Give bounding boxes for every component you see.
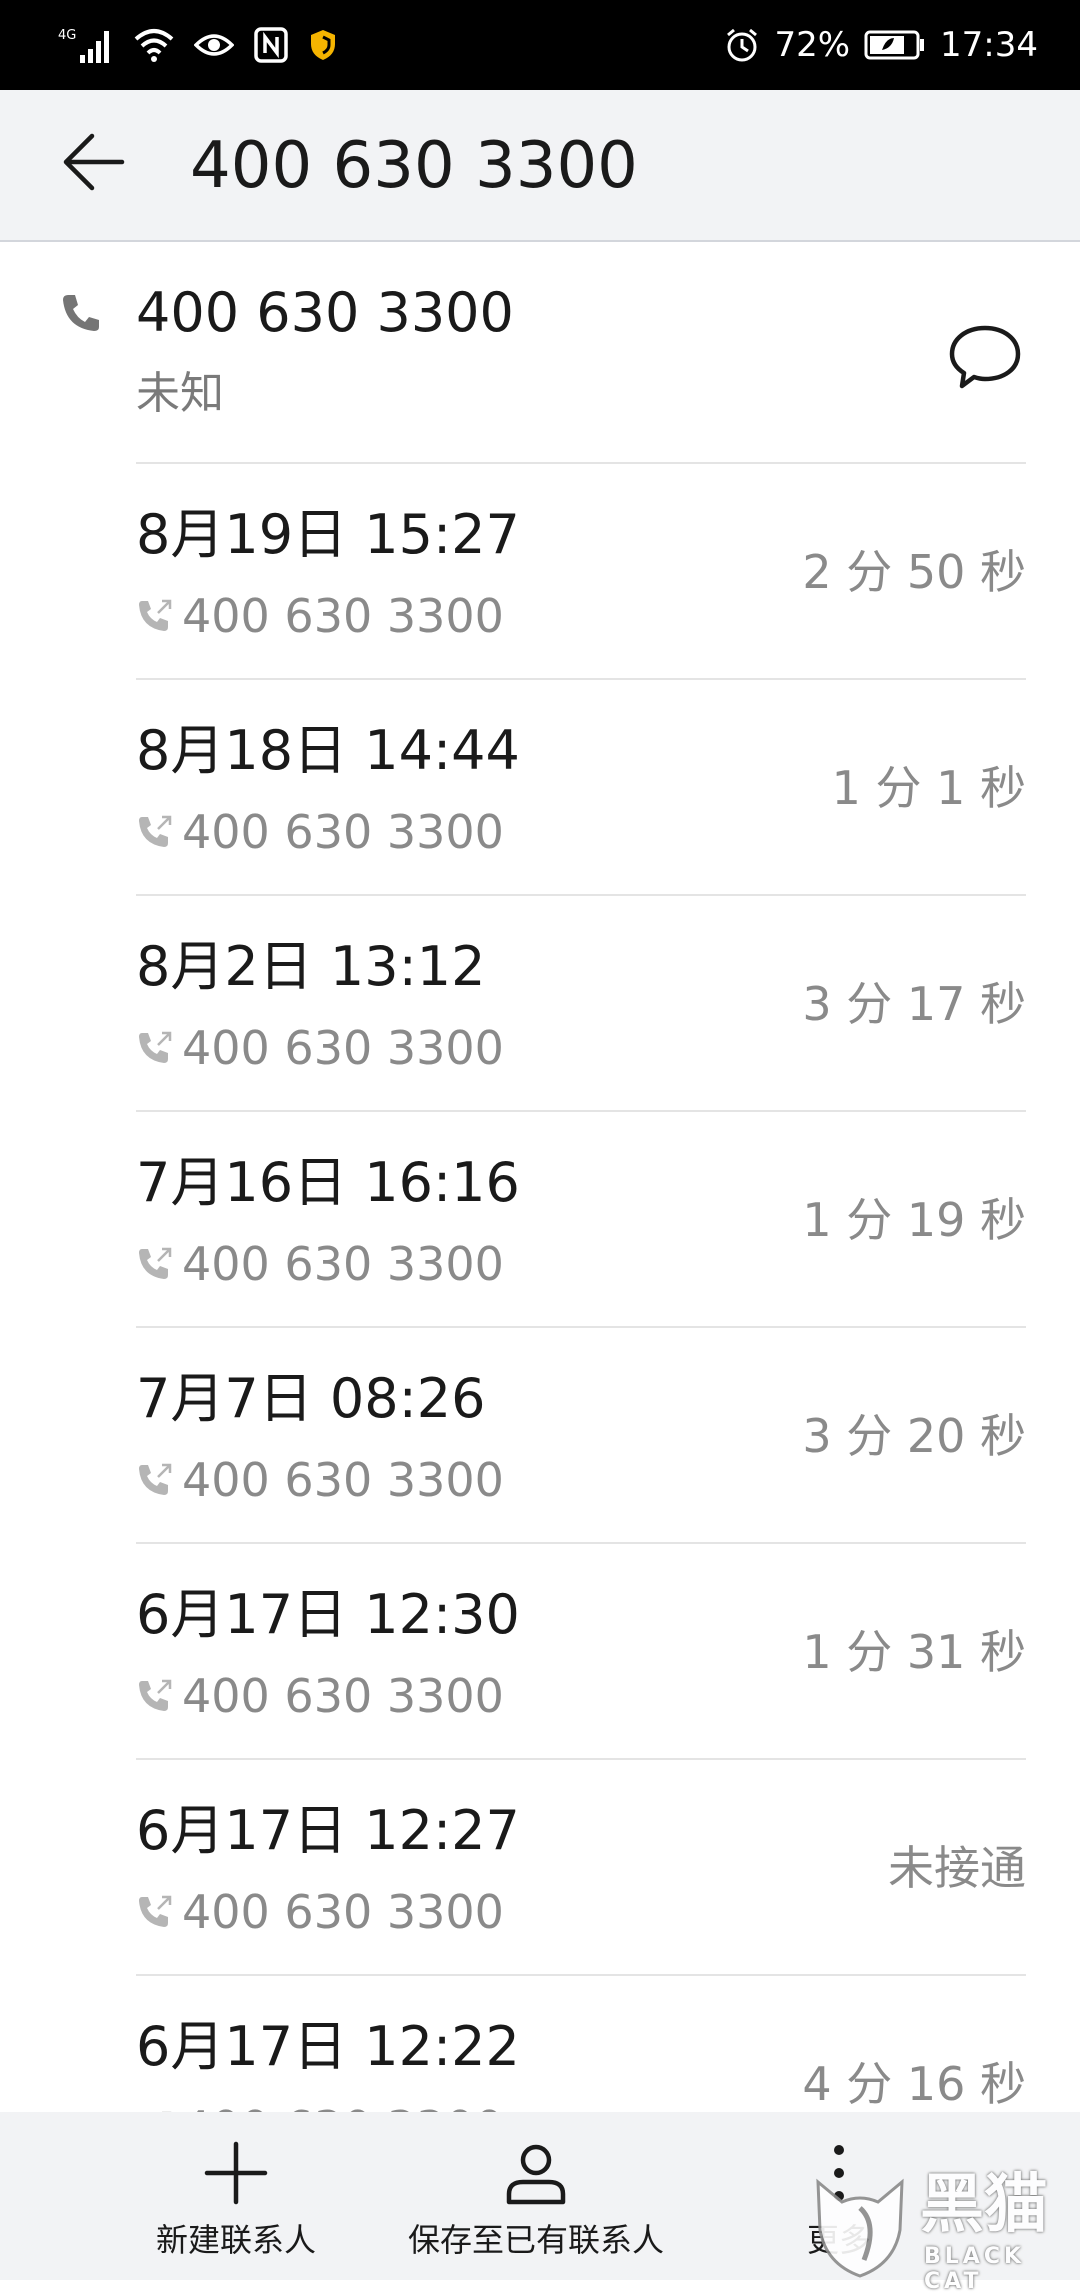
plus-icon [204,2141,268,2205]
outgoing-call-icon [139,815,172,847]
call-date: 7月7日 08:26 [136,1367,486,1430]
contact-number[interactable]: 400 630 3300 [136,278,514,348]
back-arrow-icon [63,133,125,191]
call-sub-line: 400 630 3300 [136,588,504,644]
signal-icon: 4G [58,28,109,63]
call-date: 8月2日 13:12 [136,935,486,998]
call-duration: 1 分 19 秒 [802,1193,1026,1247]
status-time: 17:34 [940,25,1038,65]
watermark-en-text: BLACK CAT [924,2244,1026,2294]
save-to-existing-contact-button[interactable]: 保存至已有联系人 [408,2140,664,2260]
call-log-row[interactable]: 8月2日 13:12 400 630 3300 3 分 17 秒 [136,894,1026,1110]
status-right-icons: 72% 17:34 [724,20,1038,70]
new-contact-label: 新建联系人 [156,2221,317,2259]
wifi-icon [134,29,174,62]
call-log-list: 8月19日 15:27 400 630 3300 2 分 50 秒 8月18日 … [0,462,1080,2190]
contact-header: 400 630 3300 未知 [0,242,1080,462]
network-type-label: 4G [58,28,76,43]
call-log-row[interactable]: 8月18日 14:44 400 630 3300 1 分 1 秒 [136,678,1026,894]
call-duration: 2 分 50 秒 [802,545,1026,599]
call-date: 6月17日 12:22 [136,2015,520,2078]
call-sub-line: 400 630 3300 [136,1668,504,1724]
outgoing-call-icon [139,1031,172,1063]
back-button[interactable] [58,126,130,198]
alarm-icon [727,28,758,62]
security-shield-icon [311,30,335,60]
new-contact-button[interactable]: 新建联系人 [156,2140,316,2260]
message-button[interactable] [948,320,1022,394]
call-sub-line: 400 630 3300 [136,1884,504,1940]
call-number: 400 630 3300 [182,1021,504,1075]
contact-location-label: 未知 [136,368,224,419]
call-log-row[interactable]: 6月17日 12:27 400 630 3300 未接通 [136,1758,1026,1974]
page-title: 400 630 3300 [190,129,638,203]
call-sub-line: 400 630 3300 [136,1236,504,1292]
call-duration: 3 分 20 秒 [802,1409,1026,1463]
call-date: 8月19日 15:27 [136,503,520,566]
outgoing-call-icon [139,1247,172,1279]
call-number: 400 630 3300 [182,1237,504,1291]
outgoing-call-icon [139,1895,172,1927]
message-bubble-icon [949,325,1021,389]
outgoing-call-icon [139,1679,172,1711]
call-sub-line: 400 630 3300 [136,1452,504,1508]
battery-icon [864,30,925,60]
call-duration: 未接通 [888,1841,1026,1895]
outgoing-call-icon [139,1463,172,1495]
call-number: 400 630 3300 [182,1885,504,1939]
call-duration: 4 分 16 秒 [802,2057,1026,2111]
save-to-existing-contact-label: 保存至已有联系人 [408,2221,665,2259]
call-duration: 3 分 17 秒 [802,977,1026,1031]
eye-comfort-icon [194,34,234,56]
call-date: 7月16日 16:16 [136,1151,520,1214]
outgoing-call-icon [139,599,172,631]
call-sub-line: 400 630 3300 [136,804,504,860]
call-log-row[interactable]: 8月19日 15:27 400 630 3300 2 分 50 秒 [136,462,1026,678]
call-date: 6月17日 12:30 [136,1583,520,1646]
call-duration: 1 分 1 秒 [831,761,1026,815]
person-icon [506,2144,566,2205]
call-date: 6月17日 12:27 [136,1799,520,1862]
black-cat-watermark: 黑猫 BLACK CAT [808,2168,1080,2294]
call-log-row[interactable]: 7月16日 16:16 400 630 3300 1 分 19 秒 [136,1110,1026,1326]
cat-logo-icon [816,2178,904,2278]
status-bar: 4G 72% 17:34 [0,0,1080,90]
call-date: 8月18日 14:44 [136,719,520,782]
call-log-row[interactable]: 6月17日 12:30 400 630 3300 1 分 31 秒 [136,1542,1026,1758]
phone-icon [63,295,99,331]
status-left-icons: 4G [58,20,338,70]
call-sub-line: 400 630 3300 [136,1020,504,1076]
call-duration: 1 分 31 秒 [802,1625,1026,1679]
nfc-icon [254,27,288,63]
watermark-cn-text: 黑猫 [920,2168,1048,2242]
battery-percentage: 72% [774,25,851,65]
call-number: 400 630 3300 [182,1453,504,1507]
app-bar: 400 630 3300 [0,90,1080,242]
call-log-row[interactable]: 7月7日 08:26 400 630 3300 3 分 20 秒 [136,1326,1026,1542]
call-number: 400 630 3300 [182,589,504,643]
call-number: 400 630 3300 [182,1669,504,1723]
call-number: 400 630 3300 [182,805,504,859]
